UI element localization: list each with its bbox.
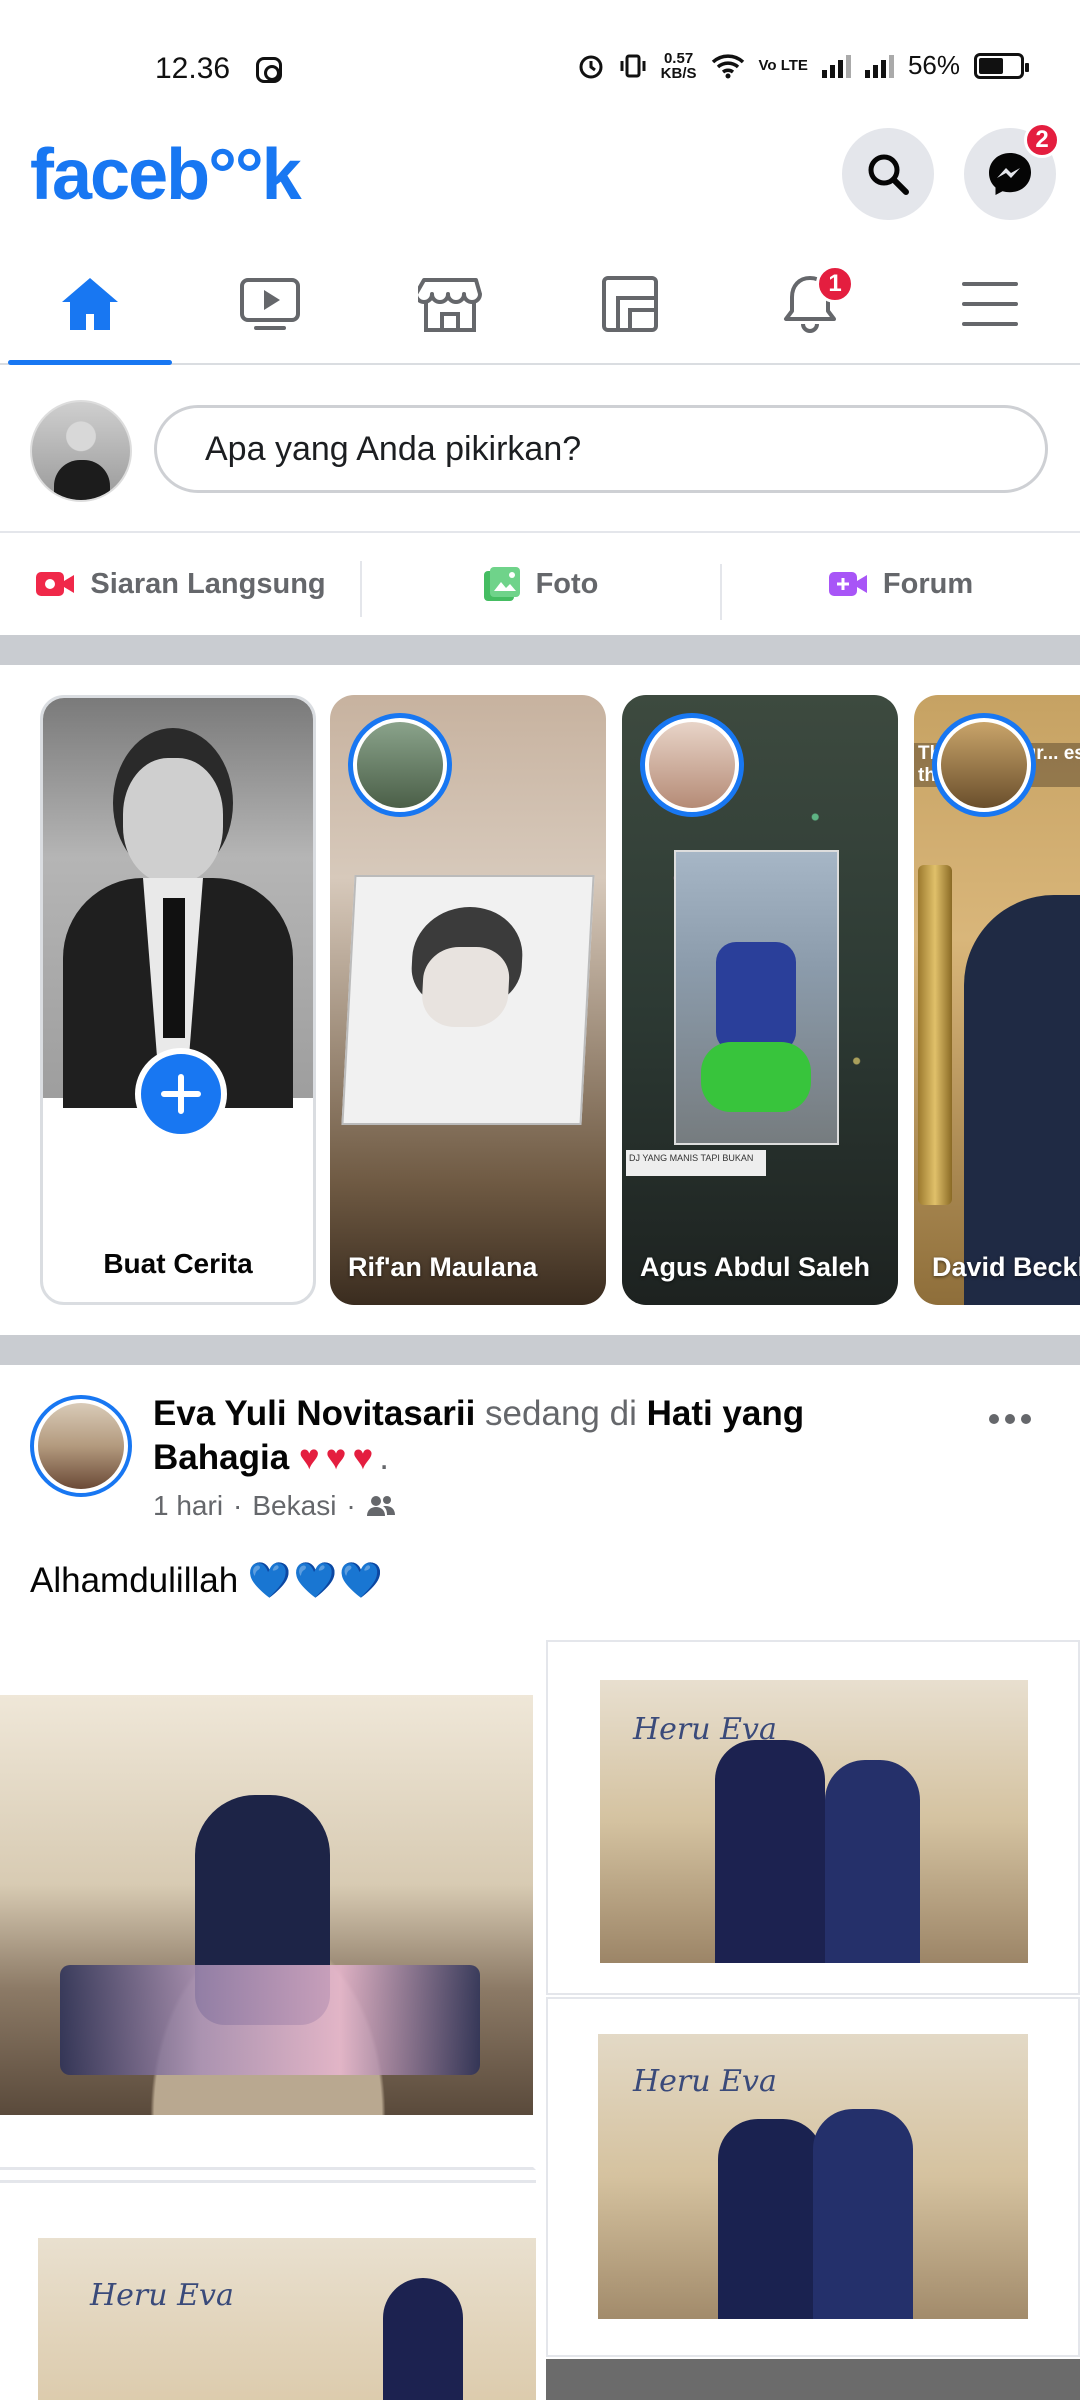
instagram-icon (256, 57, 282, 83)
create-story-photo (43, 698, 313, 1108)
battery-icon (974, 52, 1029, 79)
story-caption-tag: DJ YANG MANIS TAPI BUKAN (626, 1150, 766, 1176)
messenger-badge: 2 (1024, 122, 1060, 158)
blue-hearts-emoji: 💙💙💙 (247, 1561, 385, 1600)
store-icon (418, 278, 482, 332)
messenger-button[interactable]: 2 (964, 122, 1060, 220)
tab-notifications[interactable]: 1 (720, 245, 900, 363)
section-divider (0, 1335, 1080, 1365)
post-photo[interactable]: Heru Eva (0, 2180, 536, 2400)
plus-icon (161, 1074, 201, 1114)
alarm-icon (579, 55, 603, 78)
hearts-emoji: ♥♥♥ (298, 1438, 380, 1477)
more-photos-strip[interactable] (546, 2359, 1080, 2400)
post-author-name[interactable]: Eva Yuli Novitasarii (153, 1394, 475, 1433)
home-icon (62, 278, 118, 330)
story-card[interactable]: DJ YANG MANIS TAPI BUKAN Agus Abdul Sale… (622, 695, 898, 1305)
story-avatar (640, 713, 744, 817)
app-header: faceb°°k 2 (0, 120, 1080, 240)
status-icons: 0.57 KB/S Vo LTE 56% (577, 50, 1029, 81)
battery-percent: 56% (907, 50, 960, 80)
tab-menu[interactable] (900, 245, 1080, 363)
room-icon (828, 572, 867, 596)
post-meta: 1 hari · Bekasi · (153, 1490, 396, 1522)
story-card[interactable]: The... rings gr... es of v... host the G… (914, 695, 1080, 1305)
tab-marketplace[interactable] (360, 245, 540, 363)
tab-watch[interactable] (180, 245, 360, 363)
room-label: Forum (882, 567, 974, 600)
messenger-icon (989, 153, 1031, 195)
menu-icon (962, 282, 1018, 326)
vibrate-icon (620, 54, 646, 77)
tab-gaming[interactable] (540, 245, 720, 363)
composer-actions: Siaran Langsung Foto Forum (0, 533, 1080, 635)
post-connector: sedang di (485, 1394, 637, 1433)
signal-icon (821, 54, 851, 78)
section-divider (0, 635, 1080, 665)
stories-tray: Buat Cerita Rif'an Maulana DJ YANG MANIS… (0, 665, 1080, 1335)
photo-button[interactable]: Foto (360, 561, 720, 617)
photo-script-text: Heru Eva (90, 2278, 234, 2313)
status-time: 12.36 (155, 52, 231, 85)
network-speed: 0.57 KB/S (661, 51, 697, 81)
story-author: David Beckh (932, 1252, 1080, 1282)
photo-icon (483, 567, 520, 601)
post-photo[interactable] (0, 1640, 536, 2170)
signal-icon-2 (864, 54, 894, 78)
post-photo-grid: Heru Eva Heru Eva Heru Eva (0, 1640, 1080, 2400)
tab-home[interactable] (0, 245, 180, 365)
story-avatar (932, 713, 1036, 817)
live-label: Siaran Langsung (90, 567, 326, 600)
post-options-button[interactable] (988, 1402, 1032, 1425)
search-button[interactable] (842, 128, 934, 220)
post-composer: Apa yang Anda pikirkan? (0, 365, 1080, 533)
create-story-card[interactable]: Buat Cerita (40, 695, 316, 1305)
story-image (674, 850, 839, 1145)
live-video-icon (36, 572, 75, 596)
wifi-icon (711, 53, 744, 78)
friends-icon (366, 1496, 395, 1516)
post-title-period: . (379, 1438, 389, 1477)
facebook-logo[interactable]: faceb°°k (30, 134, 302, 216)
post-photo[interactable]: Heru Eva (546, 1640, 1080, 1995)
post-photo[interactable]: Heru Eva (546, 1997, 1080, 2357)
story-image (341, 875, 595, 1125)
post-text: Alhamdulillah 💙💙💙 (30, 1560, 385, 1601)
story-avatar (348, 713, 452, 817)
photo-script-text: Heru Eva (633, 1712, 777, 1747)
user-avatar[interactable] (30, 400, 132, 502)
story-image (918, 865, 952, 1205)
status-bar: 12.36 0.57 KB/S Vo LTE 56% (0, 0, 1080, 140)
speed-unit: KB/S (660, 64, 697, 82)
video-icon (240, 278, 300, 330)
live-button[interactable]: Siaran Langsung (0, 568, 360, 601)
more-icon (989, 1414, 1031, 1424)
story-author: Rif'an Maulana (348, 1252, 538, 1282)
search-icon (868, 154, 909, 195)
story-author: Agus Abdul Saleh (640, 1252, 871, 1282)
room-button[interactable]: Forum (720, 563, 1080, 620)
post-location[interactable]: Bekasi (252, 1490, 336, 1522)
notification-badge: 1 (816, 265, 854, 303)
speed-value: 0.57 (663, 49, 694, 67)
main-nav: 1 (0, 245, 1080, 365)
add-story-button[interactable] (135, 1048, 227, 1140)
post-time[interactable]: 1 hari (153, 1490, 223, 1522)
post-title: Eva Yuli Novitasarii sedang di Hati yang… (153, 1392, 913, 1480)
feed-icon (602, 276, 658, 332)
post-author-avatar[interactable] (30, 1395, 132, 1497)
photo-script-text: Heru Eva (633, 2064, 777, 2099)
status-input[interactable]: Apa yang Anda pikirkan? (154, 405, 1048, 493)
post-message: Alhamdulillah (30, 1561, 239, 1600)
create-story-label: Buat Cerita (103, 1248, 253, 1279)
photo-label: Foto (535, 567, 599, 600)
story-card[interactable]: Rif'an Maulana (330, 695, 606, 1305)
volte-label: Vo LTE (758, 57, 808, 74)
